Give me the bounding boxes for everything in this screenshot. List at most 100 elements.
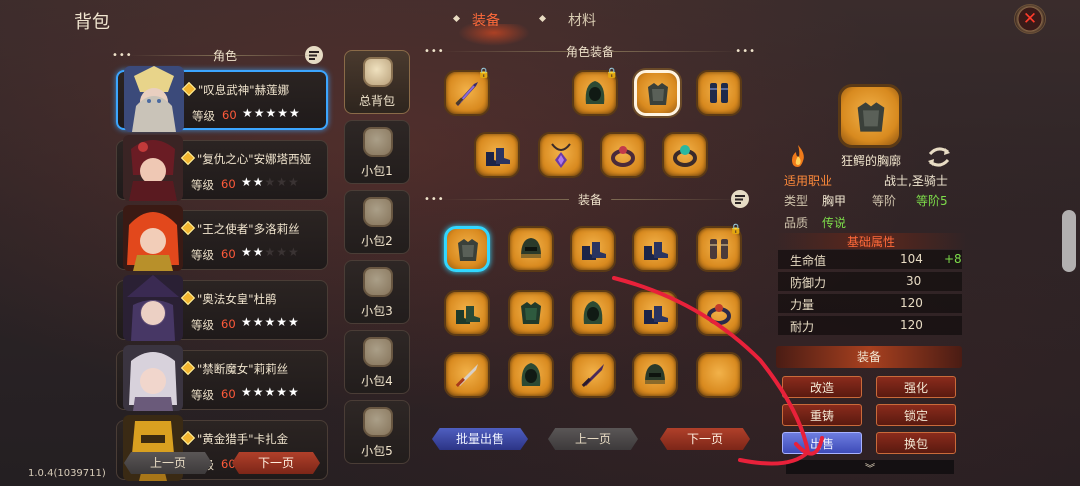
sell-button[interactable]: 出售 <box>782 432 862 454</box>
level-label: 等级 <box>191 248 214 262</box>
enhance-button[interactable]: 强化 <box>876 376 956 398</box>
tab-materials[interactable]: 材料 <box>568 10 596 30</box>
stat-row: 耐力 120 <box>778 316 962 335</box>
inventory-slot[interactable] <box>508 226 554 272</box>
stat-row: 力量 120 <box>778 294 962 313</box>
character-portrait <box>123 135 183 201</box>
boots-icon <box>644 306 668 324</box>
move-bag-button[interactable]: 换包 <box>876 432 956 454</box>
inventory-slot[interactable] <box>444 290 490 336</box>
bag-label: 小包1 <box>361 164 393 178</box>
tier-value: 等阶5 <box>916 194 948 208</box>
equipped-neck-slot[interactable] <box>538 132 584 178</box>
inventory-slot[interactable] <box>696 352 742 398</box>
equipped-arms-slot[interactable] <box>696 70 742 116</box>
character-equipment-header: ••• 角色装备 ••• <box>420 44 760 60</box>
character-card[interactable]: "禁断魔女"莉莉丝 等级 60 ★★★★★ <box>116 345 328 411</box>
hood-icon <box>585 81 605 104</box>
chest-armor-icon <box>521 302 541 324</box>
equipment-next-page-button[interactable]: 下一页 <box>660 428 750 450</box>
equipped-feet-slot[interactable] <box>474 132 520 178</box>
inventory-slot[interactable] <box>444 226 490 272</box>
stat-name: 防御力 <box>790 276 827 290</box>
expand-more-button[interactable]: ︾ <box>786 460 954 475</box>
equipment-prev-page-button[interactable]: 上一页 <box>548 428 638 450</box>
close-icon: ✕ <box>1022 9 1038 29</box>
rarity-diamond-icon <box>180 220 196 236</box>
inventory-slot[interactable] <box>632 226 678 272</box>
class-value: 战士,圣骑士 <box>884 174 948 188</box>
inventory-slot[interactable] <box>632 290 678 336</box>
inventory-slot[interactable] <box>444 352 490 398</box>
level-value: 60 <box>221 177 236 191</box>
bag-all[interactable]: 总背包 <box>344 50 410 114</box>
basic-attributes-header: 基础属性 <box>776 233 966 249</box>
character-card[interactable]: "奥法女皇"杜鹃 等级 60 ★★★★★ <box>116 275 328 341</box>
equipped-ring-slot-2[interactable] <box>662 132 708 178</box>
modify-button[interactable]: 改造 <box>782 376 862 398</box>
stat-row: 防御力 30 <box>778 272 962 291</box>
bag-small-4[interactable]: 小包4 <box>344 330 410 394</box>
inventory-slot[interactable] <box>508 352 554 398</box>
inventory-slot[interactable] <box>570 352 616 398</box>
side-scroll-handle[interactable] <box>1062 210 1076 272</box>
level-label: 等级 <box>192 109 215 123</box>
lock-button[interactable]: 锁定 <box>876 404 956 426</box>
stat-row: 生命值 104 +8 <box>778 250 962 269</box>
character-card[interactable]: "叹息武神"赫莲娜 等级 60 ★★★★★ <box>116 66 328 132</box>
page-title: 背包 <box>74 12 110 33</box>
bag-label: 小包5 <box>361 444 393 458</box>
sort-icon[interactable] <box>304 45 324 65</box>
version-label: 1.0.4(1039711) <box>28 468 106 479</box>
chest-armor-icon <box>857 102 885 132</box>
swap-icon[interactable] <box>926 146 952 168</box>
selected-item-icon-frame <box>838 84 902 148</box>
rarity-diamond-icon <box>181 81 197 97</box>
character-prev-page-button[interactable]: 上一页 <box>124 452 212 474</box>
character-equipment-label: 角色装备 <box>565 45 614 59</box>
inventory-slot[interactable] <box>632 352 678 398</box>
sort-icon[interactable] <box>730 189 750 209</box>
character-name: "奥法女皇"杜鹃 <box>197 292 277 306</box>
equipped-chest-slot[interactable] <box>634 70 680 116</box>
bag-small-5[interactable]: 小包5 <box>344 400 410 464</box>
close-button[interactable]: ✕ <box>1014 4 1046 34</box>
bag-small-1[interactable]: 小包1 <box>344 120 410 184</box>
character-next-page-button[interactable]: 下一页 <box>232 452 320 474</box>
equipped-weapon-slot[interactable]: 🔒 <box>444 68 490 116</box>
tab-divider-dot <box>538 14 547 23</box>
tab-equipment[interactable]: 装备 <box>472 10 500 30</box>
item-detail-panel: 狂鳄的胸廓 适用职业 战士,圣骑士 类型 胸甲 等阶 等阶5 品质 传说 基础属… <box>776 70 966 480</box>
backpack-icon <box>363 57 393 87</box>
equipped-head-slot[interactable]: 🔒 <box>572 68 618 116</box>
inventory-slot[interactable] <box>508 290 554 336</box>
level-value: 60 <box>222 108 237 122</box>
inventory-slot[interactable] <box>570 226 616 272</box>
chevron-down-icon: ︾ <box>865 464 875 475</box>
equipment-header: ••• 装备 <box>420 189 760 209</box>
helmet-icon <box>521 238 541 258</box>
inventory-slot[interactable] <box>570 290 616 336</box>
stat-name: 生命值 <box>790 254 827 268</box>
chest-armor-icon <box>648 83 668 105</box>
type-label: 类型 <box>784 194 809 208</box>
inventory-slot[interactable]: 🔒 <box>696 224 742 272</box>
character-header-label: 角色 <box>212 49 237 63</box>
reforge-button[interactable]: 重铸 <box>782 404 862 426</box>
equipped-ring-slot[interactable] <box>600 132 646 178</box>
batch-sell-button[interactable]: 批量出售 <box>432 428 528 450</box>
character-card[interactable]: "复仇之心"安娜塔西娅 等级 60 ★★★★★ <box>116 135 328 201</box>
backpack-icon <box>363 267 393 297</box>
backpack-icon <box>363 197 393 227</box>
hood-icon <box>521 363 541 386</box>
equip-button[interactable]: 装备 <box>776 346 962 368</box>
type-value: 胸甲 <box>822 194 847 208</box>
stat-value: 104 <box>900 252 923 266</box>
bag-small-2[interactable]: 小包2 <box>344 190 410 254</box>
character-portrait <box>123 275 183 341</box>
level-label: 等级 <box>191 178 214 192</box>
character-portrait <box>124 66 184 132</box>
inventory-slot[interactable] <box>696 290 742 336</box>
character-card[interactable]: "王之使者"多洛莉丝 等级 60 ★★★★★ <box>116 205 328 271</box>
bag-small-3[interactable]: 小包3 <box>344 260 410 324</box>
